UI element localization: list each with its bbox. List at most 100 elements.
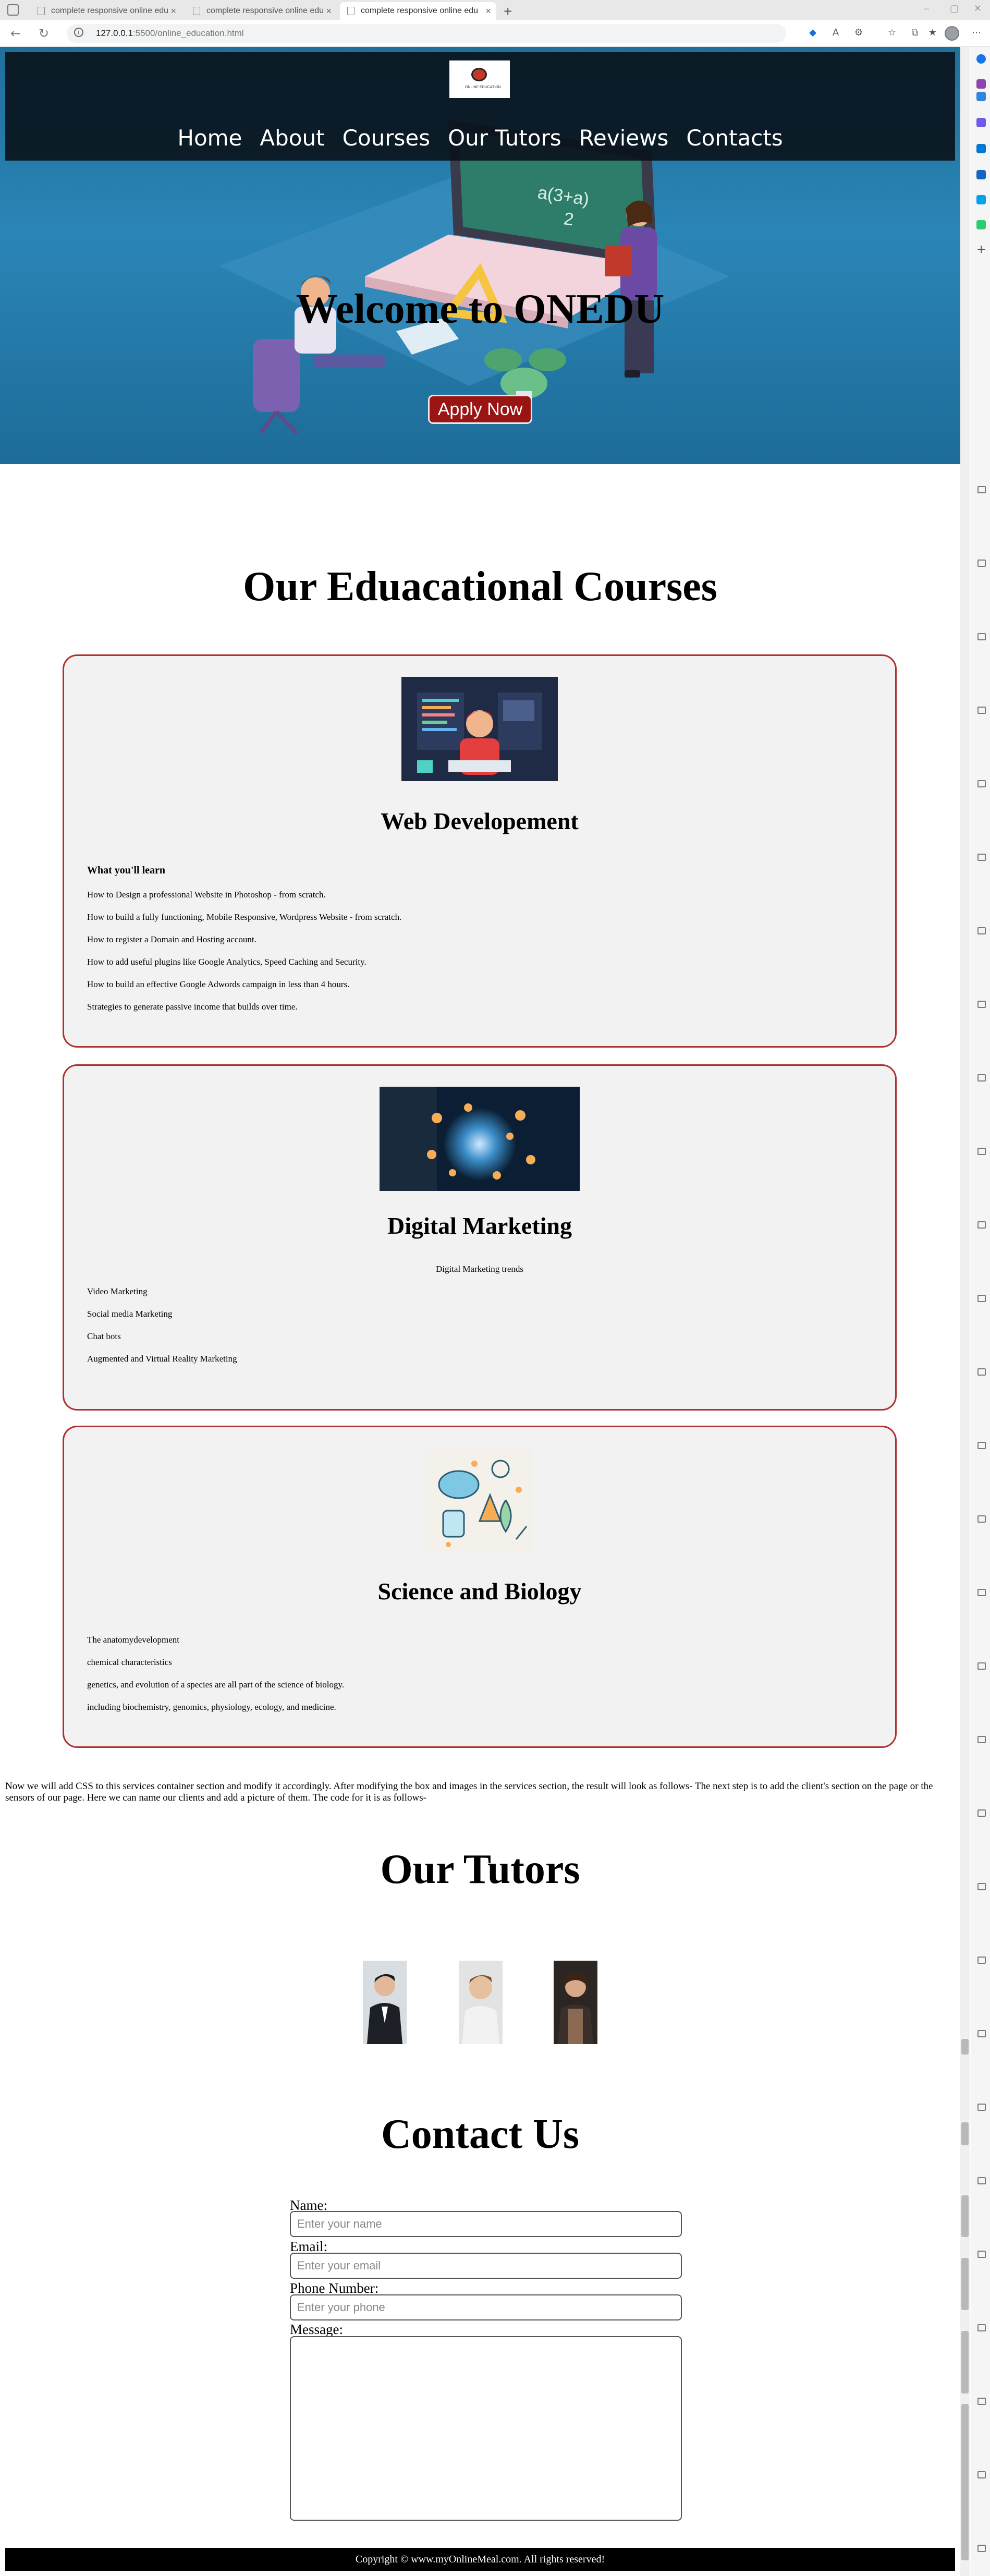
hero-section: a(3+a) 2 ONLINE EDUCATION Home About Cou… [0,47,960,464]
course-item: Social media Marketing [87,1309,173,1319]
sidebar-app-icon[interactable] [977,1736,986,1743]
nav-courses[interactable]: Courses [343,125,431,151]
course-item: How to build an effective Google Adwords… [87,979,350,989]
tutor-photo[interactable] [363,1961,407,2044]
tutor-photo[interactable] [554,1961,597,2044]
sidebar-app-icon[interactable] [977,1074,986,1082]
sidebar-app-icon[interactable] [977,1515,986,1523]
close-icon[interactable]: × [485,2,491,20]
apply-now-button[interactable]: Apply Now [428,395,532,424]
course-item: How to build a fully functioning, Mobile… [87,912,402,922]
sidebar-app-icon[interactable] [977,1148,986,1155]
browser-tab-active[interactable]: complete responsive online edu × [340,2,496,20]
extension-icon[interactable]: ⚙ [853,27,864,39]
info-icon[interactable]: i [74,28,83,37]
browser-tab[interactable]: complete responsive online edu × [186,2,337,20]
sidebar-app-icon[interactable] [977,854,986,861]
outlook-icon[interactable] [976,170,986,179]
url-field[interactable]: i 127.0.0.1:5500/online_education.html [67,24,786,43]
phone-input[interactable]: Enter your phone [290,2294,682,2320]
name-input[interactable]: Enter your name [290,2211,682,2237]
sidebar-app-icon[interactable] [977,707,986,714]
profile-avatar[interactable] [945,26,959,41]
sidebar-app-icon[interactable] [977,1368,986,1376]
tab-label: complete responsive online edu [51,6,169,15]
main-menu: Home About Courses Our Tutors Reviews Contact… [5,125,955,151]
address-bar: ← ↻ i 127.0.0.1:5500/online_education.ht… [0,20,990,47]
sidebar-app-icon[interactable] [977,2251,986,2258]
site-logo[interactable]: ONLINE EDUCATION [449,60,510,98]
sidebar-app-icon[interactable] [977,780,986,787]
science-biology-image [427,1448,532,1552]
sidebar-app-icon[interactable] [977,2545,986,2552]
minimize-icon[interactable]: – [924,3,929,14]
workspace-icon[interactable] [7,4,19,16]
collections-icon[interactable]: ⧉ [909,27,921,39]
course-item: How to Design a professional Website in … [87,890,326,900]
window-close-icon[interactable]: ✕ [974,3,982,14]
shopping-icon[interactable] [976,92,986,101]
sidebar-app-icon[interactable] [977,560,986,567]
page-icon [193,7,200,15]
nav-tutors[interactable]: Our Tutors [448,125,561,151]
nav-home[interactable]: Home [177,125,242,151]
copilot-icon[interactable] [976,79,986,89]
search-icon[interactable] [976,54,986,64]
sidebar-app-icon[interactable] [977,1809,986,1817]
more-icon[interactable]: ⋯ [971,27,982,39]
hero-title: Welcome to ONEDU [296,286,665,332]
email-input[interactable]: Enter your email [290,2253,682,2279]
page-footer: Copyright © www.myOnlineMeal.com. All ri… [5,2548,955,2571]
tab-label: complete responsive online edu [361,6,479,15]
contact-title: Contact Us [381,2111,579,2157]
games-icon[interactable] [976,195,986,204]
sidebar-app-icon[interactable] [977,633,986,640]
sidebar-app-icon[interactable] [977,1442,986,1449]
sidebar-app-icon[interactable] [977,1662,986,1670]
sidebar-app-icon[interactable] [977,2177,986,2184]
close-icon[interactable]: × [170,2,176,20]
sidebar-app-icon[interactable] [977,1957,986,1964]
nav-about[interactable]: About [260,125,324,151]
close-icon[interactable]: × [326,2,332,20]
sidebar-app-icon[interactable] [977,2398,986,2405]
sidebar-app-icon[interactable] [977,2030,986,2037]
maximize-icon[interactable]: ▢ [950,3,959,14]
sidebar-app-icon[interactable] [977,486,986,493]
courses-title: Our Eduacational Courses [243,564,717,610]
sidebar-app-icon[interactable] [977,1883,986,1890]
tutor-photo[interactable] [459,1961,503,2044]
drop-icon[interactable] [976,220,986,229]
course-item: including biochemistry, genomics, physio… [87,1702,336,1712]
new-tab-button[interactable]: + [504,3,512,20]
refresh-icon[interactable]: ↻ [39,26,49,41]
tools-icon[interactable] [976,118,986,127]
browser-tab-strip: complete responsive online edu × complet… [0,0,990,20]
sidebar-app-icon[interactable] [977,927,986,934]
favorites-bar-icon[interactable]: ★ [927,27,938,39]
nav-contacts[interactable]: Contacts [686,125,783,151]
tag-icon[interactable]: ◆ [807,27,818,39]
sidebar-app-icon[interactable] [977,1295,986,1302]
scroll-thumb[interactable] [961,2039,969,2055]
back-icon[interactable]: ← [10,26,21,41]
read-aloud-icon[interactable]: A [830,27,841,39]
scroll-marker [961,2195,969,2237]
sidebar-app-icon[interactable] [977,1221,986,1229]
sidebar-app-icon[interactable] [977,1589,986,1596]
course-item: Video Marketing [87,1286,148,1296]
office-icon[interactable] [976,144,986,153]
sidebar-app-icon[interactable] [977,2104,986,2111]
sidebar-app-icon[interactable] [977,2471,986,2478]
course-item: How to register a Domain and Hosting acc… [87,934,256,944]
course-item: The anatomydevelopment [87,1635,180,1645]
page-scrollbar[interactable] [960,47,970,2576]
nav-reviews[interactable]: Reviews [579,125,669,151]
favorite-icon[interactable]: ☆ [886,27,898,39]
browser-tab[interactable]: complete responsive online edu × [30,2,181,20]
sidebar-app-icon[interactable] [977,2324,986,2331]
message-textarea[interactable] [290,2336,682,2521]
sidebar-app-icon[interactable] [977,1001,986,1008]
add-icon[interactable]: + [976,244,986,256]
web-page: a(3+a) 2 ONLINE EDUCATION Home About Cou… [0,47,960,2576]
